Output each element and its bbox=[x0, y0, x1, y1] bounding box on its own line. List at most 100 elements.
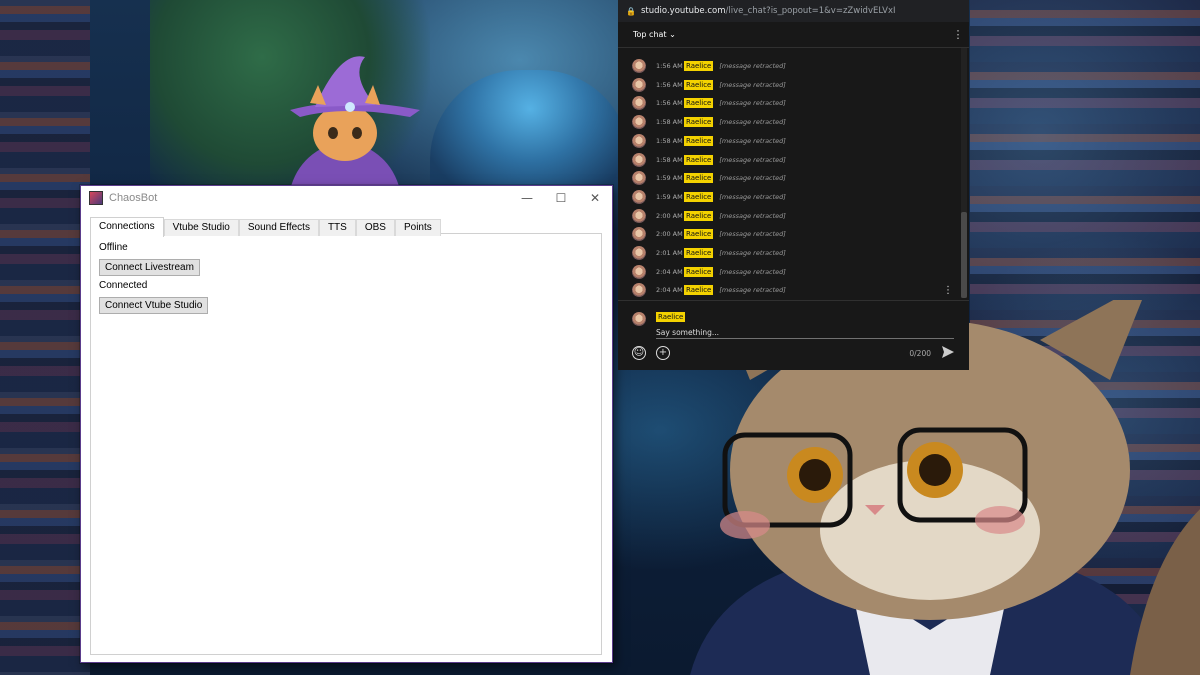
chat-header: Top chat ⌄ ⋮ bbox=[618, 22, 969, 48]
chaosbot-app-icon bbox=[89, 191, 103, 205]
author-badge[interactable]: Raelice bbox=[684, 191, 714, 202]
author-badge[interactable]: Raelice bbox=[684, 266, 714, 277]
chat-message-list: 1:56 AM Raelice [message retracted] 1:56 AM… bbox=[618, 48, 960, 300]
message-text: [message retracted] bbox=[719, 267, 786, 276]
tab-tts[interactable]: TTS bbox=[318, 219, 356, 236]
message-text: [message retracted] bbox=[719, 286, 786, 295]
message-text: [message retracted] bbox=[719, 192, 786, 201]
chat-composer: Raelice ☺ + 0/200 bbox=[618, 300, 969, 371]
chat-message[interactable]: 1:56 AM Raelice [message retracted] bbox=[632, 95, 786, 111]
message-text: [message retracted] bbox=[719, 62, 786, 70]
char-counter: 0/200 bbox=[909, 349, 931, 358]
author-badge[interactable]: Raelice bbox=[684, 135, 714, 146]
wizard-cat-illustration bbox=[290, 56, 420, 190]
close-icon[interactable]: ✕ bbox=[578, 186, 612, 210]
vtube-status-label: Connected bbox=[99, 280, 148, 291]
avatar bbox=[632, 96, 646, 111]
message-text: [message retracted] bbox=[719, 80, 786, 89]
library-arch bbox=[430, 70, 630, 200]
author-badge[interactable]: Raelice bbox=[684, 285, 714, 296]
avatar bbox=[632, 264, 646, 279]
window-title: ChaosBot bbox=[109, 192, 158, 204]
send-icon[interactable] bbox=[941, 345, 955, 359]
tab-sound-effects[interactable]: Sound Effects bbox=[238, 219, 319, 236]
avatar bbox=[632, 283, 646, 298]
youtube-chat-popout: 🔒 studio.youtube.com/live_chat?is_popout… bbox=[618, 0, 969, 370]
chat-message[interactable]: 2:04 AM Raelice [message retracted] bbox=[632, 282, 786, 298]
chat-message[interactable]: 2:04 AM Raelice [message retracted] bbox=[632, 264, 786, 280]
author-badge[interactable]: Raelice bbox=[684, 154, 714, 165]
chat-message[interactable]: 2:00 AM Raelice [message retracted] bbox=[632, 208, 786, 224]
avatar bbox=[632, 189, 646, 204]
author-badge[interactable]: Raelice bbox=[684, 173, 714, 184]
message-timestamp: 1:56 AM bbox=[656, 80, 683, 89]
tab-vtube-studio[interactable]: Vtube Studio bbox=[163, 219, 239, 236]
chat-message[interactable]: 1:58 AM Raelice [message retracted] bbox=[632, 133, 786, 149]
chat-mode-dropdown[interactable]: Top chat ⌄ bbox=[633, 30, 947, 39]
message-timestamp: 1:56 AM bbox=[656, 99, 683, 108]
chat-message[interactable]: 1:59 AM Raelice [message retracted] bbox=[632, 189, 786, 205]
avatar bbox=[632, 77, 646, 92]
message-text: [message retracted] bbox=[719, 136, 786, 145]
author-badge[interactable]: Raelice bbox=[684, 248, 714, 258]
message-text: [message retracted] bbox=[719, 155, 786, 164]
chat-message[interactable]: 2:01 AM Raelice [message retracted] bbox=[632, 245, 786, 261]
chat-message[interactable]: 1:58 AM Raelice [message retracted] bbox=[632, 152, 786, 168]
message-text: [message retracted] bbox=[719, 249, 786, 257]
message-timestamp: 2:01 AM bbox=[656, 249, 683, 257]
message-timestamp: 2:04 AM bbox=[656, 267, 683, 276]
minimize-icon[interactable]: — bbox=[510, 186, 544, 210]
avatar bbox=[632, 208, 646, 223]
avatar bbox=[632, 59, 646, 73]
message-timestamp: 1:58 AM bbox=[656, 136, 683, 145]
avatar bbox=[632, 152, 646, 167]
add-icon[interactable]: + bbox=[656, 346, 670, 360]
url-path: /live_chat?is_popout=1&v=zZwidvELVxI bbox=[725, 6, 896, 16]
message-timestamp: 1:59 AM bbox=[656, 174, 683, 183]
more-options-icon[interactable]: ⋮ bbox=[947, 28, 969, 41]
author-badge[interactable]: Raelice bbox=[684, 210, 714, 221]
url-host: studio.youtube.com bbox=[641, 6, 726, 16]
composer-username: Raelice bbox=[656, 312, 686, 322]
lock-icon: 🔒 bbox=[626, 6, 636, 16]
connect-livestream-button[interactable]: Connect Livestream bbox=[99, 259, 200, 276]
chat-scrollbar-thumb[interactable] bbox=[961, 212, 967, 298]
chat-message[interactable]: 1:58 AM Raelice [message retracted] bbox=[632, 114, 786, 130]
chat-message[interactable]: 2:00 AM Raelice [message retracted] bbox=[632, 226, 786, 242]
message-text: [message retracted] bbox=[719, 118, 786, 127]
message-text: [message retracted] bbox=[719, 230, 786, 239]
chevron-down-icon: ⌄ bbox=[669, 30, 676, 39]
message-timestamp: 1:56 AM bbox=[656, 62, 683, 70]
message-timestamp: 1:59 AM bbox=[656, 192, 683, 201]
bookshelf-left bbox=[0, 0, 90, 675]
maximize-icon[interactable]: ☐ bbox=[544, 186, 578, 210]
message-timestamp: 2:00 AM bbox=[656, 211, 683, 220]
author-badge[interactable]: Raelice bbox=[684, 229, 714, 240]
address-bar[interactable]: 🔒 studio.youtube.com/live_chat?is_popout… bbox=[618, 0, 969, 22]
tab-obs[interactable]: OBS bbox=[355, 219, 395, 236]
chaosbot-window: ChaosBot — ☐ ✕ Connections Vtube Studio … bbox=[80, 185, 613, 663]
message-options-icon[interactable]: ⋮ bbox=[943, 285, 953, 296]
author-badge[interactable]: Raelice bbox=[684, 98, 714, 109]
avatar bbox=[632, 115, 646, 130]
emoji-icon[interactable]: ☺ bbox=[632, 346, 646, 360]
message-timestamp: 1:58 AM bbox=[656, 118, 683, 127]
tab-connections[interactable]: Connections bbox=[90, 217, 164, 237]
chat-message[interactable]: 1:59 AM Raelice [message retracted] bbox=[632, 170, 786, 186]
message-timestamp: 1:58 AM bbox=[656, 155, 683, 164]
window-titlebar[interactable]: ChaosBot — ☐ ✕ bbox=[81, 186, 612, 210]
message-text: [message retracted] bbox=[719, 174, 786, 183]
author-badge[interactable]: Raelice bbox=[684, 79, 714, 90]
author-badge[interactable]: Raelice bbox=[684, 117, 714, 128]
chat-input[interactable] bbox=[656, 326, 954, 339]
author-badge[interactable]: Raelice bbox=[684, 61, 714, 71]
message-timestamp: 2:04 AM bbox=[656, 286, 683, 295]
chat-message[interactable]: 1:56 AM Raelice [message retracted] bbox=[632, 77, 786, 93]
tab-points[interactable]: Points bbox=[394, 219, 441, 236]
message-text: [message retracted] bbox=[719, 211, 786, 220]
message-text: [message retracted] bbox=[719, 99, 786, 108]
chat-message[interactable]: 1:56 AM Raelice [message retracted] bbox=[632, 58, 786, 74]
chat-mode-label: Top chat bbox=[633, 30, 667, 39]
connect-vtube-studio-button[interactable]: Connect Vtube Studio bbox=[99, 297, 209, 314]
livestream-status-label: Offline bbox=[99, 242, 128, 253]
